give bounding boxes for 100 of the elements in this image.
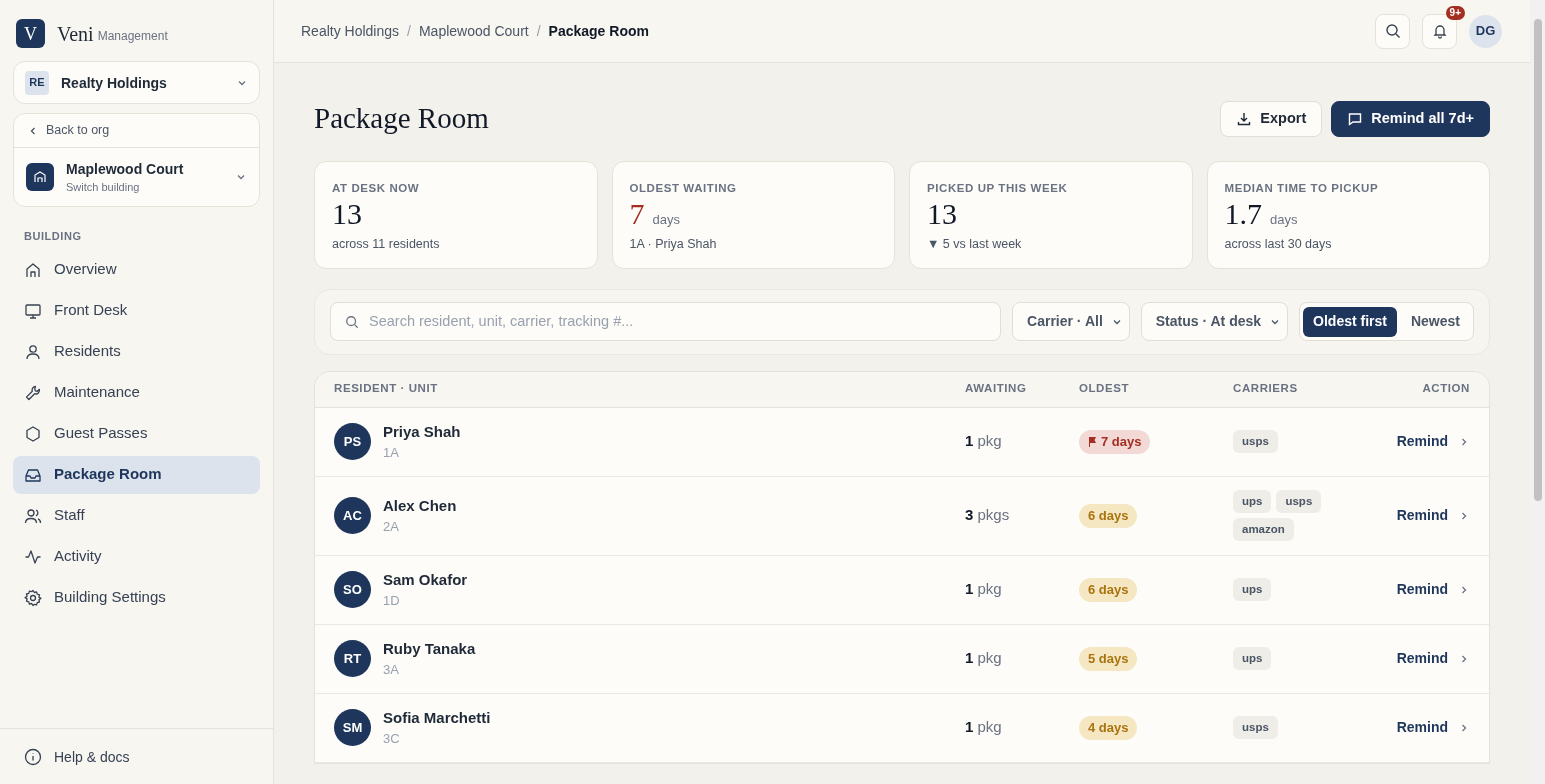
org-switcher[interactable]: RE Realty Holdings xyxy=(13,61,260,104)
nav-item[interactable]: Maintenance xyxy=(13,373,260,412)
remind-button[interactable]: Remind xyxy=(1396,505,1470,526)
package-count: 1 pkg xyxy=(965,648,1003,669)
brand-name: Veni xyxy=(57,21,94,47)
stat-value: 13 xyxy=(927,195,957,232)
stat-label: OLDEST WAITING xyxy=(629,180,738,196)
stat-value: 13 xyxy=(332,195,362,232)
logo-icon: V xyxy=(16,19,45,48)
breadcrumb-separator: / xyxy=(407,22,411,41)
resident-name: Ruby Tanaka xyxy=(383,638,476,659)
org-initials: RE xyxy=(25,70,49,95)
age-badge: 6 days xyxy=(1079,577,1138,602)
stat-value: 1.7 xyxy=(1224,195,1262,232)
stat-label: MEDIAN TIME TO PICKUP xyxy=(1224,180,1380,196)
resident-name: Sofia Marchetti xyxy=(383,707,491,728)
remind-all-button[interactable]: Remind all 7d+ xyxy=(1331,100,1490,137)
unit-number: 1A xyxy=(383,444,400,462)
remind-button[interactable]: Remind xyxy=(1396,717,1470,738)
resident-name: Priya Shah xyxy=(383,421,461,442)
column-header: ACTION xyxy=(1421,381,1470,397)
unit-number: 1D xyxy=(383,592,401,610)
nav-item[interactable]: Activity xyxy=(13,537,260,576)
scrollbar-thumb[interactable] xyxy=(1533,19,1542,501)
gear-icon xyxy=(24,588,42,607)
flag-icon xyxy=(1088,436,1097,447)
back-link[interactable]: Back to org xyxy=(14,114,259,148)
stat-unit: days xyxy=(652,210,680,229)
hexagon-icon xyxy=(24,424,42,443)
avatar: AC xyxy=(334,497,371,534)
nav-item[interactable]: Residents xyxy=(13,332,260,371)
age-badge: 7 days xyxy=(1079,429,1151,454)
sort-option[interactable]: Newest xyxy=(1400,306,1470,337)
age-badge: 4 days xyxy=(1079,715,1138,740)
carrier-tag: usps xyxy=(1276,490,1322,513)
remind-button[interactable]: Remind xyxy=(1396,579,1470,600)
unit-number: 3A xyxy=(383,661,400,679)
filter-dropdown[interactable]: Status · At desk xyxy=(1140,302,1289,341)
stat-unit: days xyxy=(1270,210,1298,229)
page-title: Package Room xyxy=(314,101,489,136)
sort-option[interactable]: Oldest first xyxy=(1303,306,1397,337)
column-header: RESIDENT · UNIT xyxy=(334,381,439,397)
resident-name: Alex Chen xyxy=(383,495,457,516)
unit-number: 3C xyxy=(383,730,401,748)
age-badge: 6 days xyxy=(1079,503,1138,528)
stat-label: AT DESK NOW xyxy=(332,180,421,196)
stat-note: across 11 residents xyxy=(332,235,441,253)
breadcrumb-link[interactable]: Maplewood Court xyxy=(418,21,529,41)
carrier-tag: amazon xyxy=(1233,518,1294,541)
carrier-tag: ups xyxy=(1233,578,1272,601)
search-icon xyxy=(1384,23,1401,39)
breadcrumb-link[interactable]: Package Room xyxy=(548,21,649,41)
nav-item[interactable]: Front Desk xyxy=(13,291,260,330)
stat-note: 1A · Priya Shah xyxy=(629,235,718,253)
package-count: 1 pkg xyxy=(965,717,1003,738)
age-badge: 5 days xyxy=(1079,646,1138,671)
carrier-tag: usps xyxy=(1233,716,1278,739)
stat-label: PICKED UP THIS WEEK xyxy=(927,180,1069,196)
avatar: SO xyxy=(334,571,371,608)
column-header: CARRIERS xyxy=(1233,381,1299,397)
scrollbar[interactable] xyxy=(1530,0,1545,784)
remind-button[interactable]: Remind xyxy=(1396,431,1470,452)
user-icon xyxy=(24,342,42,361)
building-subtitle: Switch building xyxy=(66,179,141,195)
user-avatar[interactable]: DG xyxy=(1469,14,1502,48)
column-header: AWAITING xyxy=(965,381,1028,397)
filter-dropdown[interactable]: Carrier · All xyxy=(1012,302,1130,341)
avatar: RT xyxy=(334,640,371,677)
package-count: 1 pkg xyxy=(965,431,1003,452)
package-count: 1 pkg xyxy=(965,579,1003,600)
avatar: SM xyxy=(334,709,371,746)
nav-item[interactable]: Guest Passes xyxy=(13,414,260,453)
help-link[interactable]: Help & docs xyxy=(24,746,130,767)
search-input: Search resident, unit, carrier, tracking #... xyxy=(369,310,987,333)
export-button[interactable]: Export xyxy=(1220,100,1323,137)
building-switcher[interactable]: Maplewood Court Switch building xyxy=(14,148,259,206)
package-count: 3 pkgs xyxy=(965,505,1011,526)
stat-value: 7 xyxy=(629,195,645,232)
section-heading: BUILDING xyxy=(23,229,83,244)
nav-item[interactable]: Package Room xyxy=(13,455,260,494)
download-icon xyxy=(1236,110,1253,127)
nav-item[interactable]: Building Settings xyxy=(13,578,260,617)
remind-button[interactable]: Remind xyxy=(1396,648,1470,669)
org-name: Realty Holdings xyxy=(61,73,168,93)
building-icon xyxy=(26,163,54,191)
notification-badge: 9+ xyxy=(1445,5,1465,20)
breadcrumb-separator: / xyxy=(536,22,541,41)
chat-icon xyxy=(1347,110,1364,127)
breadcrumb-link[interactable]: Realty Holdings xyxy=(301,21,400,41)
users-icon xyxy=(24,506,42,525)
nav-item[interactable]: Staff xyxy=(13,496,260,535)
search-button[interactable] xyxy=(1375,13,1410,49)
carrier-tag: ups xyxy=(1233,647,1272,670)
column-header: OLDEST xyxy=(1079,381,1131,397)
search-icon xyxy=(345,314,359,329)
unit-number: 2A xyxy=(383,518,400,536)
nav-item[interactable]: Overview xyxy=(13,250,260,289)
wrench-icon xyxy=(24,383,42,402)
search-field[interactable]: Search resident, unit, carrier, tracking #... xyxy=(330,302,1002,341)
bell-icon xyxy=(1431,23,1448,39)
